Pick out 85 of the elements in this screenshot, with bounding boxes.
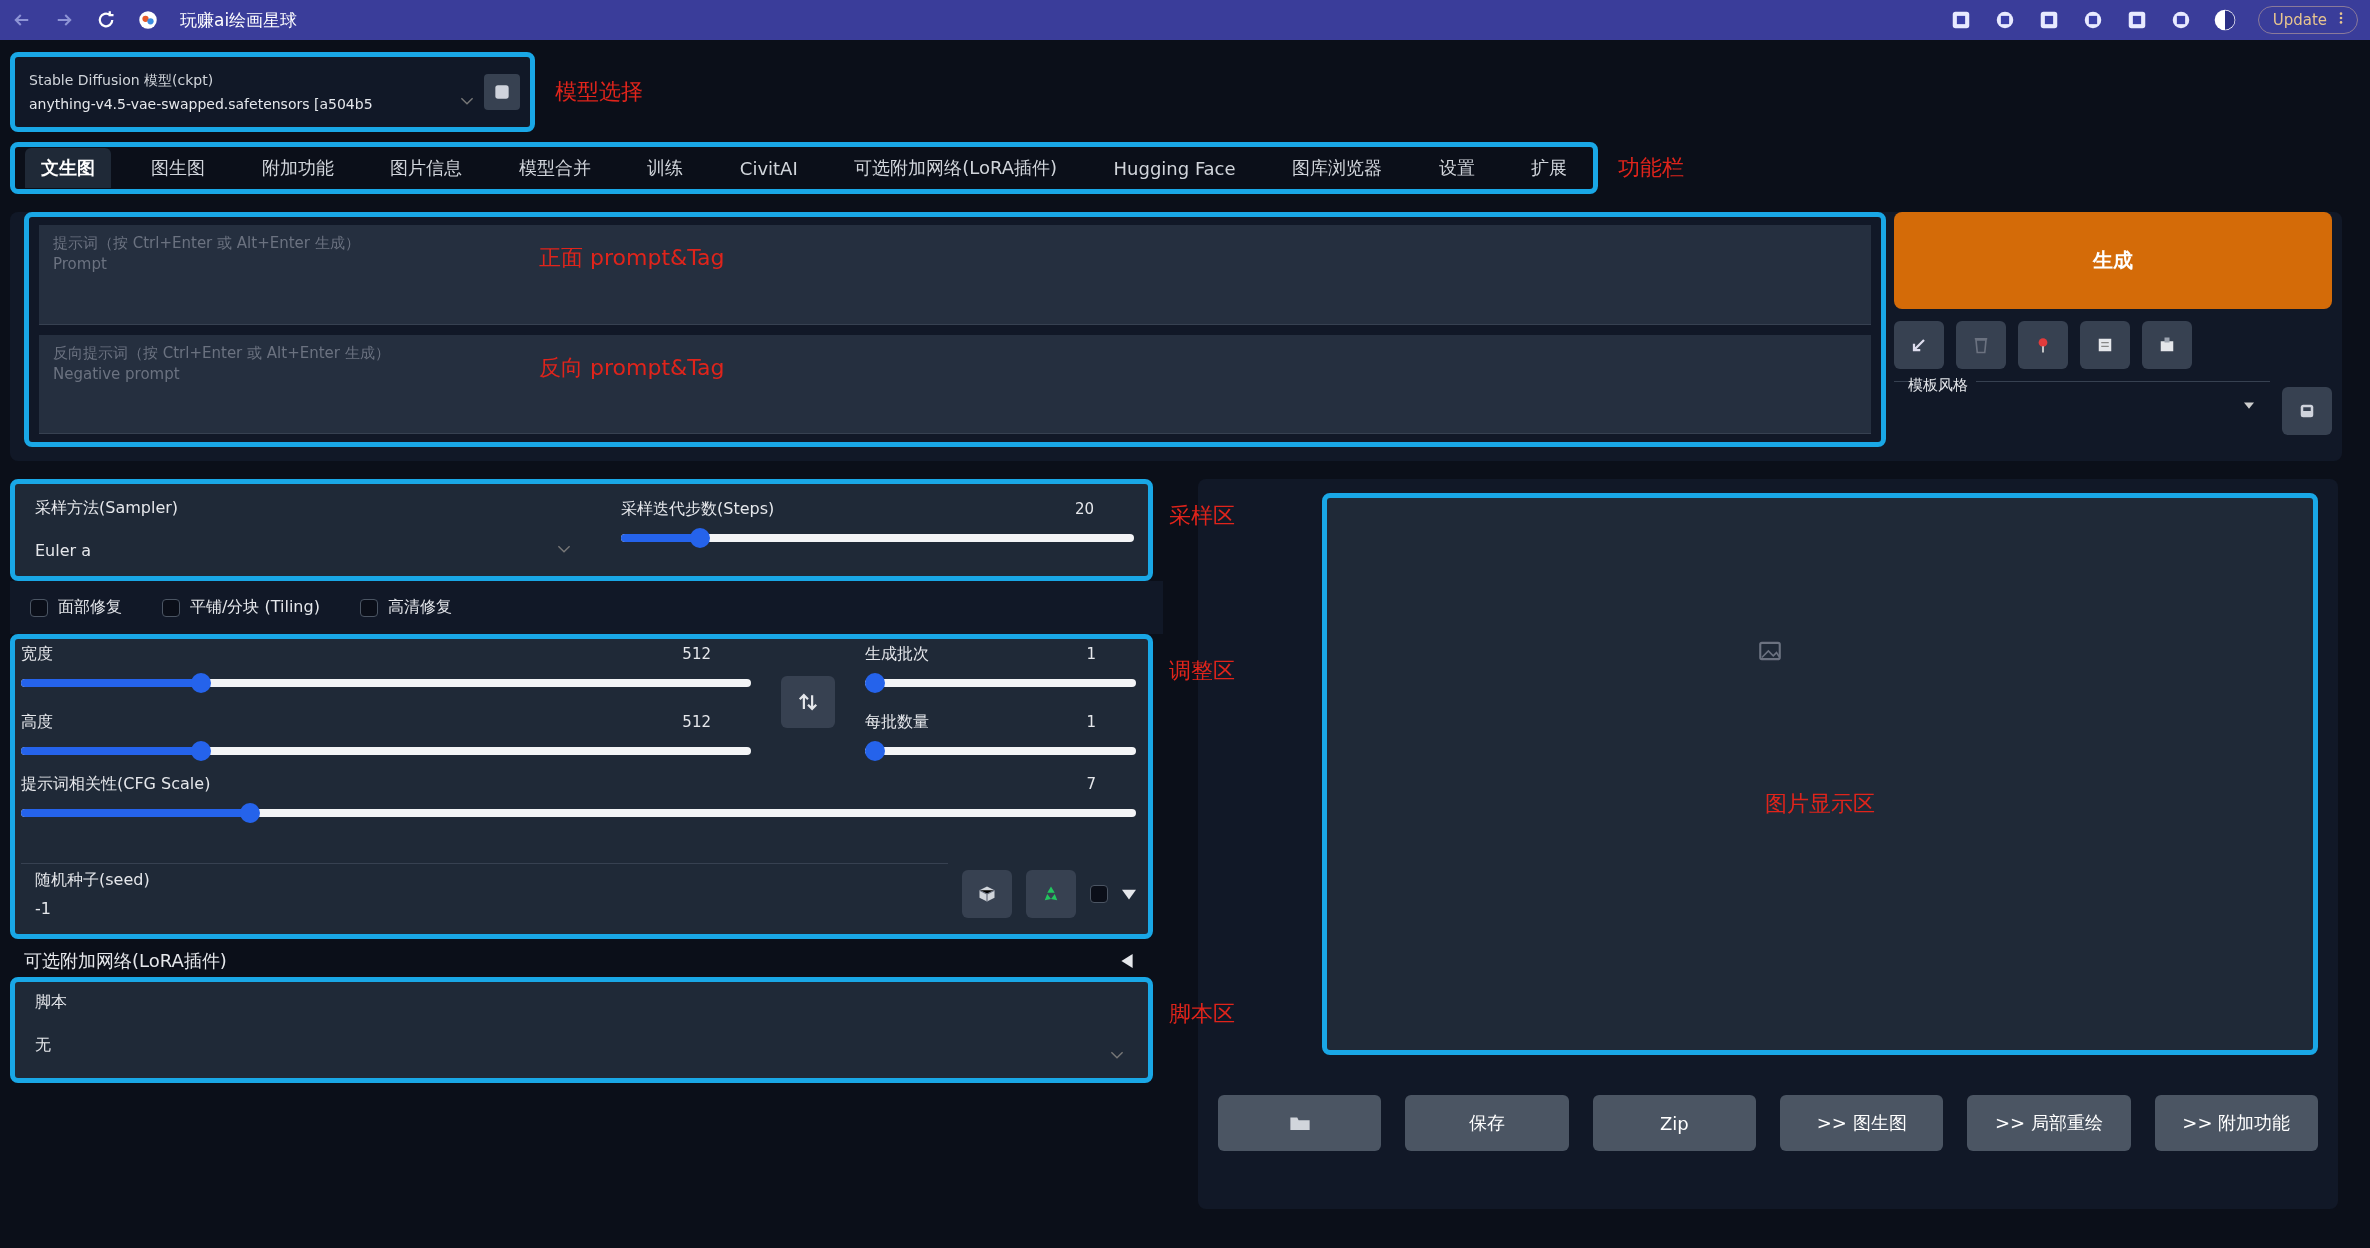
seed-field[interactable]: 随机种子(seed) -1 [21, 863, 948, 924]
slider-label: 生成批次 [865, 643, 929, 665]
checkbox[interactable] [359, 598, 378, 617]
caret-icon [2244, 402, 2254, 409]
page-title: 玩赚ai绘画星球 [180, 8, 298, 32]
tab[interactable]: 图生图 [135, 148, 222, 188]
arrow-button[interactable] [1894, 321, 1944, 369]
tab[interactable]: 训练 [631, 148, 700, 188]
number-field[interactable]: 512 [672, 643, 751, 665]
slider[interactable] [865, 741, 1136, 761]
site-icon [138, 10, 158, 30]
annotation-label: 图片显示区 [1765, 790, 1875, 818]
checkbox[interactable] [162, 598, 180, 617]
profile-icon[interactable] [2213, 9, 2236, 31]
refresh-button[interactable] [484, 74, 520, 110]
checkbox-label: 面部修复 [58, 597, 122, 618]
number-field[interactable]: 1 [1076, 711, 1136, 733]
annotation-label: 采样区 [1169, 502, 1235, 530]
tab[interactable]: 模型合并 [502, 148, 607, 188]
sampler-dropdown[interactable]: 采样方法(Sampler) Euler a [29, 492, 581, 568]
tab[interactable]: 设置 [1422, 148, 1491, 188]
tab[interactable]: 扩展 [1515, 148, 1583, 188]
pin-button[interactable] [2018, 321, 2068, 369]
slider-thumb[interactable] [690, 528, 710, 548]
number-field[interactable]: 20 [1064, 498, 1134, 520]
swap-icon [797, 691, 819, 713]
annotation-label: 功能栏 [1618, 154, 1684, 182]
save-button[interactable] [2142, 321, 2192, 369]
annotation-label: 正面 prompt&Tag [539, 244, 725, 272]
tab[interactable]: 图片信息 [374, 148, 479, 188]
open-folder-button[interactable] [1218, 1095, 1382, 1151]
slider[interactable] [21, 741, 751, 761]
generate-button[interactable]: 生成 [1894, 212, 2332, 309]
checkbox-label: 平铺/分块 (Tiling) [190, 597, 320, 618]
output-action-button[interactable]: >> 附加功能 [2154, 1095, 2318, 1151]
checkbox[interactable] [1090, 884, 1108, 903]
number-field[interactable]: 1 [1076, 643, 1136, 665]
update-button[interactable]: Update [2257, 6, 2358, 34]
slider[interactable] [21, 673, 751, 693]
slider-label: 采样迭代步数(Steps) [621, 498, 775, 520]
number-field[interactable]: 512 [672, 711, 751, 733]
slider[interactable] [21, 803, 1136, 823]
chevron-icon [557, 544, 571, 554]
slider-label: 高度 [21, 711, 53, 733]
output-action-button[interactable]: >> 图生图 [1780, 1095, 1944, 1151]
output-action-button[interactable]: >> 局部重绘 [1967, 1095, 2131, 1151]
slider-thumb[interactable] [191, 673, 212, 693]
checkbox-label: 高清修复 [387, 597, 452, 618]
output-action-button[interactable]: Zip [1592, 1095, 1756, 1151]
number-field[interactable]: 7 [1076, 773, 1136, 795]
chevron-icon [1110, 1050, 1124, 1060]
output-action-button[interactable]: 保存 [1405, 1095, 1569, 1151]
more-icon [2339, 11, 2343, 25]
slider-label: 宽度 [21, 643, 53, 665]
slider-thumb[interactable] [240, 803, 260, 823]
tab[interactable]: 图库浏览器 [1276, 148, 1399, 188]
slider-label: 每批数量 [865, 711, 929, 733]
apply-style-button[interactable] [2282, 386, 2332, 435]
slider-label: 提示词相关性(CFG Scale) [21, 773, 211, 795]
annotation-label: 模型选择 [555, 78, 643, 106]
model-dropdown[interactable]: Stable Diffusion 模型(ckpt) anything-v4.5-vae-swapped.safetensors [a504b5 [25, 68, 476, 116]
swap-button[interactable] [781, 676, 835, 728]
slider-thumb[interactable] [865, 673, 885, 693]
recycle-button[interactable] [1026, 869, 1076, 918]
clipboard-button[interactable] [2080, 321, 2130, 369]
chevron-icon [460, 96, 474, 106]
slider[interactable] [865, 673, 1136, 693]
annotation-label: 脚本区 [1169, 1000, 1235, 1028]
dice-button[interactable] [962, 869, 1012, 918]
tab[interactable]: 附加功能 [245, 148, 350, 188]
slider-fill [621, 534, 693, 542]
reload-icon[interactable] [96, 10, 116, 30]
checkbox[interactable] [30, 598, 48, 617]
tab[interactable]: Hugging Face [1097, 149, 1252, 187]
tab[interactable]: CivitAI [723, 149, 814, 187]
tab[interactable]: 可选附加网络(LoRA插件) [838, 148, 1074, 188]
annotation-label: 调整区 [1169, 657, 1235, 685]
annotation-label: 反向 prompt&Tag [539, 353, 725, 382]
tab[interactable]: 文生图 [25, 148, 111, 188]
slider-thumb[interactable] [865, 741, 885, 761]
slider[interactable] [621, 528, 1134, 548]
slider-thumb[interactable] [191, 741, 212, 761]
refresh-icon [494, 84, 510, 100]
script-dropdown[interactable]: 脚本 无 [29, 986, 1134, 1074]
lora-accordion[interactable]: 可选附加网络(LoRA插件) [10, 939, 1154, 977]
